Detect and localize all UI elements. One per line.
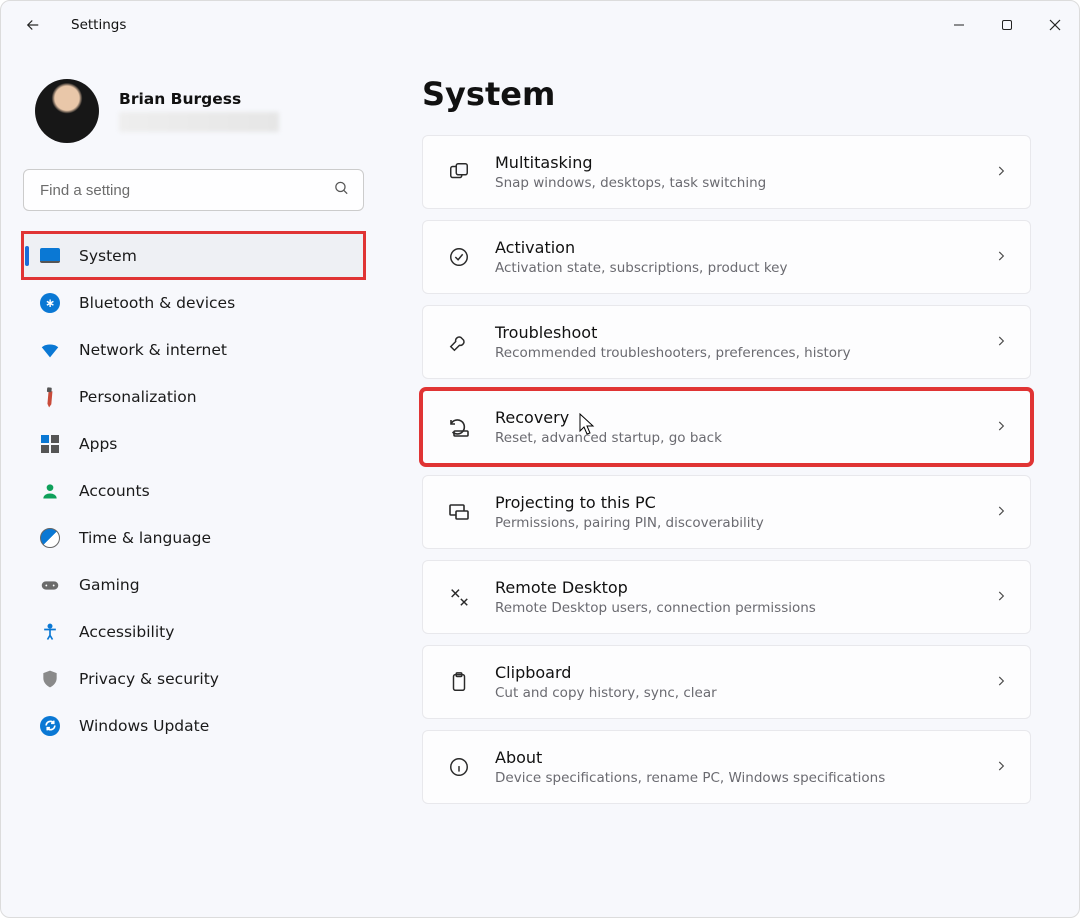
sidebar-item-apps[interactable]: Apps xyxy=(23,421,364,466)
card-sub: Cut and copy history, sync, clear xyxy=(495,685,717,701)
card-sub: Device specifications, rename PC, Window… xyxy=(495,770,885,786)
card-title: Projecting to this PC xyxy=(495,493,764,514)
sidebar-item-accounts[interactable]: Accounts xyxy=(23,468,364,513)
chevron-right-icon xyxy=(994,758,1008,777)
person-icon xyxy=(39,480,61,502)
system-icon xyxy=(39,245,61,267)
sidebar-item-bluetooth[interactable]: ∗ Bluetooth & devices xyxy=(23,280,364,325)
recovery-icon xyxy=(445,413,473,441)
card-title: Multitasking xyxy=(495,153,766,174)
card-title: About xyxy=(495,748,885,769)
clipboard-icon xyxy=(445,668,473,696)
info-icon xyxy=(445,753,473,781)
profile-name: Brian Burgess xyxy=(119,90,279,108)
nav-list: System ∗ Bluetooth & devices Network & i… xyxy=(23,233,364,750)
chevron-right-icon xyxy=(994,673,1008,692)
sidebar-item-label: Network & internet xyxy=(79,341,227,359)
sidebar-item-label: Accessibility xyxy=(79,623,174,641)
page-title: System xyxy=(422,75,1031,113)
sidebar-item-gaming[interactable]: Gaming xyxy=(23,562,364,607)
titlebar: Settings xyxy=(1,1,1079,49)
sidebar-item-label: Windows Update xyxy=(79,717,209,735)
close-button[interactable] xyxy=(1031,5,1079,45)
sidebar-item-network[interactable]: Network & internet xyxy=(23,327,364,372)
sidebar-item-privacy[interactable]: Privacy & security xyxy=(23,656,364,701)
minimize-button[interactable] xyxy=(935,5,983,45)
card-sub: Remote Desktop users, connection permiss… xyxy=(495,600,816,616)
clock-globe-icon xyxy=(39,527,61,549)
card-multitasking[interactable]: Multitasking Snap windows, desktops, tas… xyxy=(422,135,1031,209)
sidebar-item-label: Bluetooth & devices xyxy=(79,294,235,312)
sidebar-item-time[interactable]: Time & language xyxy=(23,515,364,560)
content: Brian Burgess System ∗ Bluetooth & devic… xyxy=(1,49,1079,917)
chevron-right-icon xyxy=(994,503,1008,522)
remote-desktop-icon xyxy=(445,583,473,611)
minimize-icon xyxy=(953,19,965,31)
accessibility-icon xyxy=(39,621,61,643)
card-title: Troubleshoot xyxy=(495,323,851,344)
update-icon xyxy=(39,715,61,737)
wrench-icon xyxy=(445,328,473,356)
sidebar-item-label: Gaming xyxy=(79,576,140,594)
profile-text: Brian Burgess xyxy=(119,90,279,132)
sidebar-item-update[interactable]: Windows Update xyxy=(23,703,364,748)
chevron-right-icon xyxy=(994,418,1008,437)
card-remote[interactable]: Remote Desktop Remote Desktop users, con… xyxy=(422,560,1031,634)
card-title: Recovery xyxy=(495,408,722,429)
card-sub: Permissions, pairing PIN, discoverabilit… xyxy=(495,515,764,531)
wifi-icon xyxy=(39,339,61,361)
arrow-left-icon xyxy=(24,16,42,34)
apps-icon xyxy=(39,433,61,455)
sidebar: Brian Burgess System ∗ Bluetooth & devic… xyxy=(1,49,386,917)
chevron-right-icon xyxy=(994,248,1008,267)
card-clipboard[interactable]: Clipboard Cut and copy history, sync, cl… xyxy=(422,645,1031,719)
gamepad-icon xyxy=(39,574,61,596)
window-controls xyxy=(935,5,1079,45)
search-icon xyxy=(333,180,350,201)
card-title: Remote Desktop xyxy=(495,578,816,599)
sidebar-item-label: Accounts xyxy=(79,482,150,500)
card-troubleshoot[interactable]: Troubleshoot Recommended troubleshooters… xyxy=(422,305,1031,379)
card-title: Clipboard xyxy=(495,663,717,684)
check-circle-icon xyxy=(445,243,473,271)
profile-email-redacted xyxy=(119,112,279,132)
chevron-right-icon xyxy=(994,333,1008,352)
card-sub: Snap windows, desktops, task switching xyxy=(495,175,766,191)
profile[interactable]: Brian Burgess xyxy=(23,79,364,143)
card-title: Activation xyxy=(495,238,787,259)
chevron-right-icon xyxy=(994,163,1008,182)
avatar xyxy=(35,79,99,143)
shield-icon xyxy=(39,668,61,690)
maximize-button[interactable] xyxy=(983,5,1031,45)
bluetooth-icon: ∗ xyxy=(39,292,61,314)
maximize-icon xyxy=(1001,19,1013,31)
chevron-right-icon xyxy=(994,588,1008,607)
card-projecting[interactable]: Projecting to this PC Permissions, pairi… xyxy=(422,475,1031,549)
brush-icon xyxy=(35,381,66,412)
card-sub: Reset, advanced startup, go back xyxy=(495,430,722,446)
sidebar-item-system[interactable]: System xyxy=(23,233,364,278)
multitasking-icon xyxy=(445,158,473,186)
close-icon xyxy=(1049,19,1061,31)
search-input[interactable] xyxy=(23,169,364,211)
back-button[interactable] xyxy=(13,5,53,45)
card-list: Multitasking Snap windows, desktops, tas… xyxy=(422,135,1031,804)
card-about[interactable]: About Device specifications, rename PC, … xyxy=(422,730,1031,804)
search-wrap xyxy=(23,169,364,211)
card-sub: Recommended troubleshooters, preferences… xyxy=(495,345,851,361)
sidebar-item-label: Time & language xyxy=(79,529,211,547)
window-title: Settings xyxy=(71,17,126,33)
settings-window: Settings Brian Burgess xyxy=(0,0,1080,918)
sidebar-item-label: Apps xyxy=(79,435,117,453)
card-activation[interactable]: Activation Activation state, subscriptio… xyxy=(422,220,1031,294)
card-recovery[interactable]: Recovery Reset, advanced startup, go bac… xyxy=(422,390,1031,464)
sidebar-item-accessibility[interactable]: Accessibility xyxy=(23,609,364,654)
sidebar-item-label: Personalization xyxy=(79,388,197,406)
sidebar-item-personalization[interactable]: Personalization xyxy=(23,374,364,419)
projecting-icon xyxy=(445,498,473,526)
sidebar-item-label: Privacy & security xyxy=(79,670,219,688)
card-sub: Activation state, subscriptions, product… xyxy=(495,260,787,276)
main-panel: System Multitasking Snap windows, deskto… xyxy=(386,49,1079,917)
sidebar-item-label: System xyxy=(79,247,137,265)
